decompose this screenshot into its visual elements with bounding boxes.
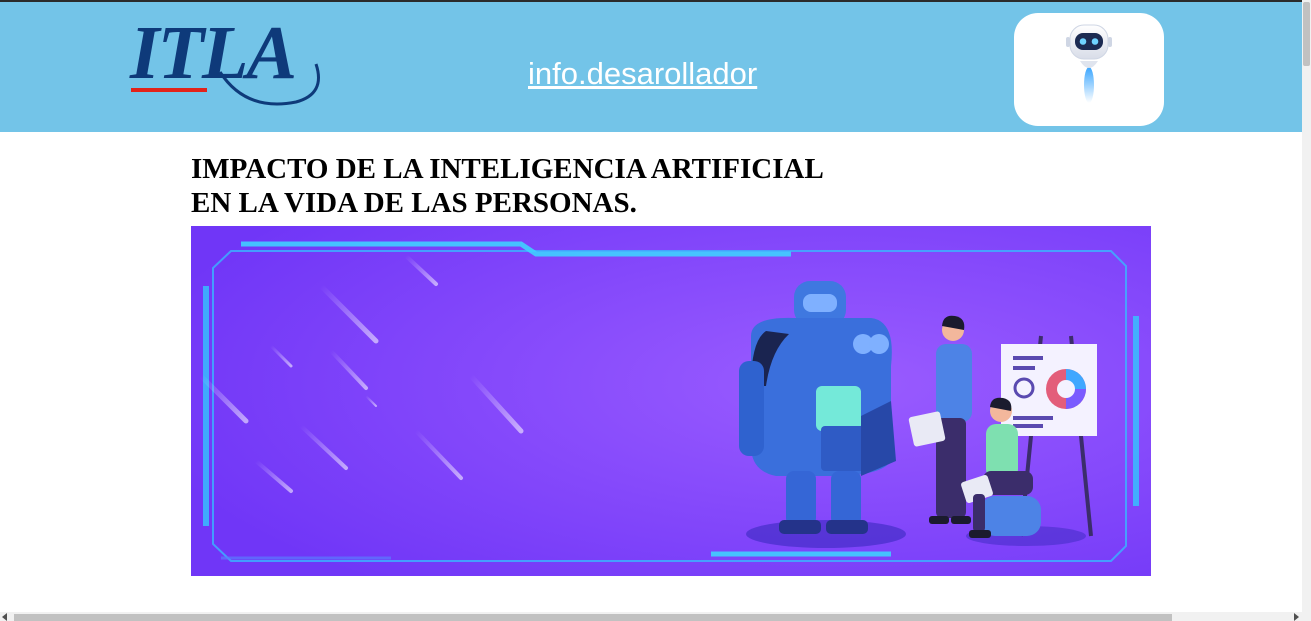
scroll-right-arrow-icon[interactable] [1294,613,1299,621]
article-title: IMPACTO DE LA INTELIGENCIA ARTIFICIAL EN… [191,152,824,220]
site-header: ITLA info.desarollador [0,2,1302,132]
itla-logo[interactable]: ITLA [128,10,328,110]
svg-text:ITLA: ITLA [129,11,295,95]
vertical-scrollbar[interactable] [1302,0,1311,612]
article-title-line-1: IMPACTO DE LA INTELIGENCIA ARTIFICIAL [191,153,824,185]
vertical-scrollbar-thumb[interactable] [1303,2,1310,66]
horizontal-scrollbar[interactable] [0,612,1311,621]
bot-card[interactable] [1014,13,1164,126]
banner-illustration [191,226,1151,576]
robot-mascot-icon [1066,24,1112,103]
scroll-left-arrow-icon[interactable] [2,613,7,621]
developer-info-link[interactable]: info.desarollador [528,56,757,92]
horizontal-scrollbar-thumb[interactable] [14,614,1172,621]
article-title-line-2: EN LA VIDA DE LAS PERSONAS. [191,187,637,219]
